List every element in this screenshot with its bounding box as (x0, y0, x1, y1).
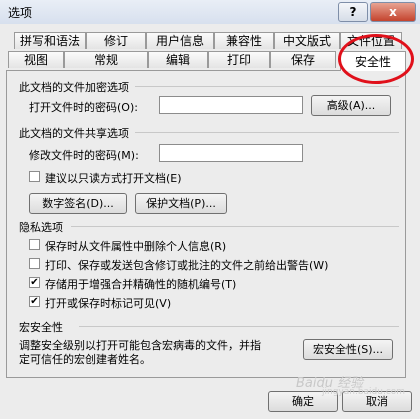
modify-password-label: 修改文件时的密码(M): (29, 149, 139, 162)
macro-security-button[interactable]: 宏安全性(S)... (303, 339, 393, 360)
privacy-label-markup-visible: 打开或保存时标记可见(V) (45, 297, 172, 310)
advanced-button[interactable]: 高级(A)... (311, 95, 391, 116)
readonly-label: 建议以只读方式打开文档(E) (45, 172, 182, 185)
privacy-checkbox-random-number[interactable]: ✔ (29, 277, 40, 288)
digital-signature-button[interactable]: 数字签名(D)... (29, 193, 127, 214)
privacy-label-warn-before-print: 打印、保存或发送包含修订或批注的文件之前给出警告(W) (45, 259, 329, 272)
open-password-label: 打开文件时的密码(O): (29, 101, 138, 114)
privacy-checkbox-markup-visible[interactable]: ✔ (29, 296, 40, 307)
privacy-label-remove-personal-info: 保存时从文件属性中删除个人信息(R) (45, 240, 227, 253)
protect-document-button[interactable]: 保护文档(P)... (135, 193, 227, 214)
divider (135, 86, 399, 87)
tab-chinese-layout[interactable]: 中文版式 (274, 32, 340, 49)
tab-user-info[interactable]: 用户信息 (146, 32, 214, 49)
modify-password-input[interactable] (159, 144, 303, 162)
divider (79, 326, 399, 327)
macro-section-title: 宏安全性 (19, 321, 63, 334)
open-password-input[interactable] (159, 96, 303, 114)
tab-edit[interactable]: 编辑 (148, 51, 208, 68)
readonly-checkbox[interactable] (29, 171, 40, 182)
tab-compatibility[interactable]: 兼容性 (214, 32, 274, 49)
share-section-title: 此文档的文件共享选项 (19, 127, 129, 140)
divider (135, 132, 399, 133)
tab-track-changes[interactable]: 修订 (86, 32, 146, 49)
privacy-checkbox-remove-personal-info[interactable] (29, 239, 40, 250)
highlight-circle (338, 34, 414, 84)
tab-save[interactable]: 保存 (270, 51, 336, 68)
tab-spelling-grammar[interactable]: 拼写和语法 (14, 32, 86, 49)
watermark-url: jingyan.baidu.com (322, 387, 406, 397)
tab-view[interactable]: 视图 (8, 51, 64, 68)
title-bar: 选项 ? x (0, 0, 420, 24)
privacy-label-random-number: 存储用于增强合并精确性的随机编号(T) (45, 278, 237, 291)
divider (71, 226, 399, 227)
options-dialog: 选项 ? x 拼写和语法 修订 用户信息 兼容性 中文版式 文件位置 视图 常规… (0, 0, 420, 419)
security-panel: 此文档的文件加密选项 打开文件时的密码(O): 高级(A)... 此文档的文件共… (6, 70, 406, 378)
privacy-checkbox-warn-before-print[interactable] (29, 258, 40, 269)
close-button[interactable]: x (370, 2, 416, 22)
encrypt-section-title: 此文档的文件加密选项 (19, 81, 129, 94)
macro-description-line2: 定可信任的宏创建者姓名。 (19, 353, 151, 366)
privacy-section-title: 隐私选项 (19, 221, 63, 234)
window-title: 选项 (8, 6, 33, 20)
help-button[interactable]: ? (338, 2, 368, 22)
tab-general[interactable]: 常规 (64, 51, 148, 68)
tab-print[interactable]: 打印 (208, 51, 270, 68)
